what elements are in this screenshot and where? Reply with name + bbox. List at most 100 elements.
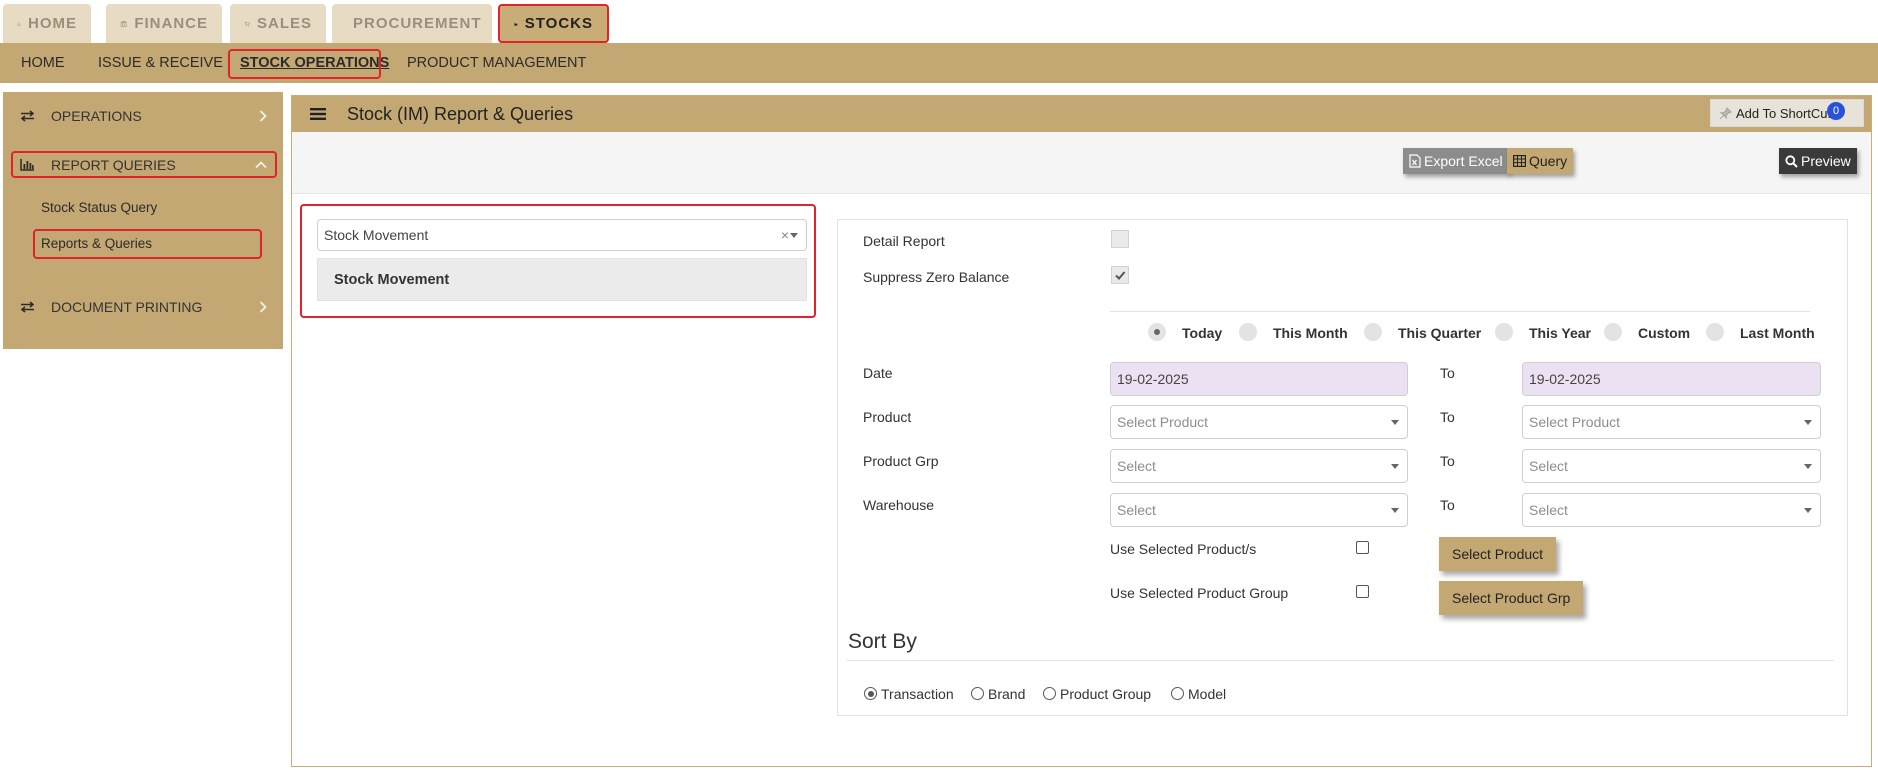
shortcut-label: Add To ShortCut bbox=[1736, 105, 1832, 121]
warehouse-to-select[interactable]: Select bbox=[1522, 493, 1821, 527]
chevron-right-icon bbox=[259, 301, 267, 313]
home-icon bbox=[17, 21, 21, 26]
product-grp-to-label: To bbox=[1440, 453, 1455, 469]
sidebar-item-document-printing[interactable]: DOCUMENT PRINTING bbox=[3, 285, 283, 329]
report-type-option-label: Stock Movement bbox=[334, 272, 450, 288]
dropdown-arrow-icon bbox=[1391, 420, 1399, 425]
subnav-home[interactable]: HOME bbox=[21, 43, 65, 83]
hamburger-menu-icon[interactable] bbox=[310, 107, 326, 121]
use-selected-group-label: Use Selected Product Group bbox=[1110, 585, 1289, 601]
checkmark-icon bbox=[1115, 271, 1126, 280]
period-label-custom: Custom bbox=[1638, 325, 1691, 341]
bank-icon bbox=[120, 20, 127, 27]
product-grp-from-placeholder: Select bbox=[1117, 458, 1156, 474]
export-excel-button[interactable]: Export Excel bbox=[1403, 148, 1509, 174]
tab-stocks[interactable]: STOCKS bbox=[500, 4, 607, 43]
date-to-label: To bbox=[1440, 365, 1455, 381]
product-grp-to-select[interactable]: Select bbox=[1522, 449, 1821, 483]
period-label-this-quarter: This Quarter bbox=[1398, 325, 1482, 341]
sort-radio-product-group[interactable] bbox=[1043, 687, 1056, 700]
select-product-button[interactable]: Select Product bbox=[1439, 537, 1557, 571]
sidebar-sub-stock-status-query[interactable]: Stock Status Query bbox=[41, 200, 157, 215]
chart-area-icon bbox=[514, 21, 518, 26]
subnav-stock-operations[interactable]: STOCK OPERATIONS bbox=[240, 43, 389, 83]
product-from-select[interactable]: Select Product bbox=[1110, 405, 1408, 439]
query-label: Query bbox=[1529, 153, 1568, 169]
date-label: Date bbox=[863, 365, 893, 381]
sort-radio-transaction[interactable] bbox=[864, 687, 877, 700]
suppress-zero-balance-checkbox[interactable] bbox=[1111, 266, 1129, 284]
sort-label-product-group: Product Group bbox=[1060, 686, 1152, 702]
sort-label-model: Model bbox=[1188, 686, 1227, 702]
sort-by-divider bbox=[847, 660, 1834, 661]
preview-label: Preview bbox=[1801, 153, 1851, 169]
period-radio-this-quarter[interactable] bbox=[1364, 323, 1382, 341]
report-type-select[interactable]: Stock Movement × bbox=[317, 219, 807, 251]
product-grp-label: Product Grp bbox=[863, 453, 939, 469]
page-title: Stock (IM) Report & Queries bbox=[347, 104, 574, 124]
product-grp-from-select[interactable]: Select bbox=[1110, 449, 1408, 483]
date-from-input[interactable]: 19-02-2025 bbox=[1110, 362, 1408, 396]
sidebar-sub-reports-queries[interactable]: Reports & Queries bbox=[41, 236, 152, 251]
query-button[interactable]: Query bbox=[1507, 148, 1574, 174]
table-icon bbox=[1513, 155, 1526, 167]
select-product-grp-button[interactable]: Select Product Grp bbox=[1439, 581, 1584, 615]
period-radio-today[interactable] bbox=[1148, 323, 1166, 341]
tab-home[interactable]: HOME bbox=[3, 4, 91, 43]
sidebar-label-report-queries: REPORT QUERIES bbox=[51, 157, 176, 173]
period-radio-custom[interactable] bbox=[1604, 323, 1622, 341]
period-label-this-year: This Year bbox=[1529, 325, 1592, 341]
product-from-placeholder: Select Product bbox=[1117, 414, 1209, 430]
sort-radio-model[interactable] bbox=[1171, 687, 1184, 700]
product-to-select[interactable]: Select Product bbox=[1522, 405, 1821, 439]
bar-chart-icon bbox=[20, 159, 34, 171]
period-radio-this-year[interactable] bbox=[1495, 323, 1513, 341]
preview-button[interactable]: Preview bbox=[1779, 148, 1857, 174]
period-label-this-month: This Month bbox=[1273, 325, 1348, 341]
date-to-input[interactable]: 19-02-2025 bbox=[1522, 362, 1821, 396]
subnav-issue-receive[interactable]: ISSUE & RECEIVE bbox=[98, 43, 223, 83]
panel-toolbar: Export Excel Query bbox=[292, 132, 1871, 194]
sidebar-item-report-queries[interactable]: REPORT QUERIES bbox=[3, 143, 283, 187]
pin-icon bbox=[1719, 106, 1732, 119]
use-selected-products-checkbox[interactable] bbox=[1356, 541, 1369, 554]
report-type-option[interactable]: Stock Movement bbox=[317, 258, 807, 301]
period-radio-this-month[interactable] bbox=[1239, 323, 1257, 341]
subnav-product-management[interactable]: PRODUCT MANAGEMENT bbox=[407, 43, 586, 83]
detail-report-checkbox[interactable] bbox=[1111, 230, 1129, 248]
tab-stocks-label: STOCKS bbox=[524, 15, 593, 32]
dropdown-arrow-icon bbox=[1804, 508, 1812, 513]
product-grp-to-placeholder: Select bbox=[1529, 458, 1568, 474]
tab-sales-label: SALES bbox=[256, 15, 312, 32]
suppress-zero-balance-label: Suppress Zero Balance bbox=[863, 269, 1010, 285]
tab-sales[interactable]: SALES bbox=[230, 4, 326, 43]
chevron-up-icon bbox=[255, 161, 267, 169]
tab-finance-label: FINANCE bbox=[134, 15, 208, 32]
use-selected-group-checkbox[interactable] bbox=[1356, 585, 1369, 598]
clear-icon[interactable]: × bbox=[781, 220, 789, 250]
dropdown-arrow-icon bbox=[1391, 464, 1399, 469]
tab-procurement[interactable]: PROCUREMENT bbox=[332, 4, 492, 43]
period-label-today: Today bbox=[1182, 325, 1223, 341]
radio-dot-icon bbox=[867, 690, 874, 697]
period-radio-last-month[interactable] bbox=[1706, 323, 1724, 341]
sidebar: OPERATIONS REPORT QUERIES Stock Status Q… bbox=[3, 92, 283, 349]
detail-report-label: Detail Report bbox=[863, 233, 945, 249]
export-excel-label: Export Excel bbox=[1424, 153, 1503, 169]
sort-by-title: Sort By bbox=[848, 630, 917, 653]
tab-finance[interactable]: FINANCE bbox=[106, 4, 222, 43]
chevron-right-icon bbox=[259, 110, 267, 122]
dropdown-arrow-icon bbox=[1804, 464, 1812, 469]
dropdown-arrow-icon bbox=[1804, 420, 1812, 425]
sidebar-item-operations[interactable]: OPERATIONS bbox=[3, 94, 283, 138]
divider bbox=[1110, 311, 1810, 312]
warehouse-to-placeholder: Select bbox=[1529, 502, 1568, 518]
use-selected-products-label: Use Selected Product/s bbox=[1110, 541, 1257, 557]
period-label-last-month: Last Month bbox=[1740, 325, 1815, 341]
sort-radio-brand[interactable] bbox=[971, 687, 984, 700]
warehouse-from-select[interactable]: Select bbox=[1110, 493, 1408, 527]
tab-home-label: HOME bbox=[28, 15, 77, 32]
warehouse-from-placeholder: Select bbox=[1117, 502, 1156, 518]
product-to-label: To bbox=[1440, 409, 1455, 425]
panel-header: Stock (IM) Report & Queries Add To Short… bbox=[292, 96, 1871, 132]
